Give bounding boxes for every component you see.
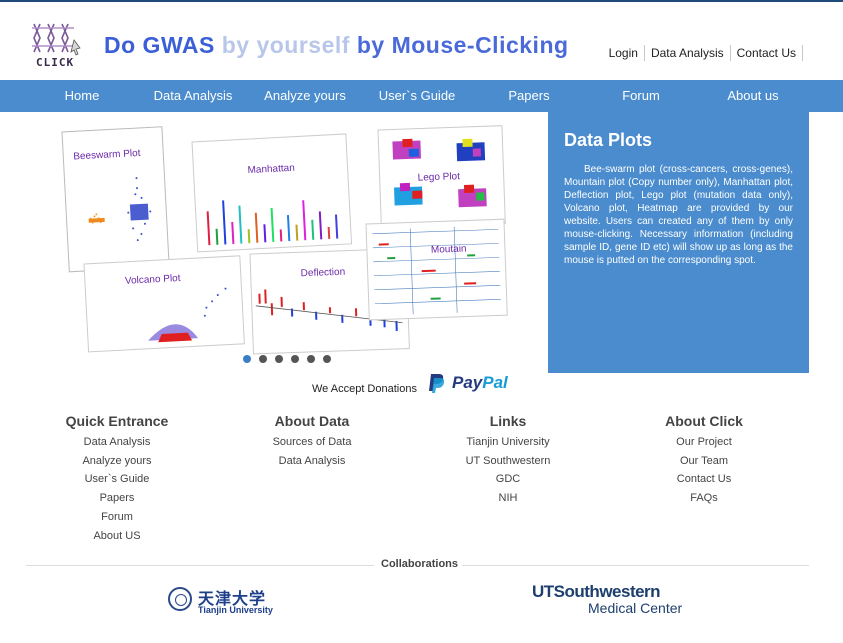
footer-link-faqs[interactable]: FAQs [644,489,764,508]
nav-home[interactable]: Home [58,80,106,112]
footer-link-our-project[interactable]: Our Project [644,433,764,452]
plots-collage-image[interactable]: Beeswarm Plot Manhattan Lego Plot Volcan… [26,112,548,373]
footer-link-our-team[interactable]: Our Team [644,452,764,471]
footer-link-analyze-yours[interactable]: Analyze yours [57,452,177,471]
slider-dot-6[interactable] [323,355,331,363]
utsw-name: UTSouthwestern [532,582,661,601]
nav-about-us[interactable]: About us [722,80,784,112]
footer-link-papers[interactable]: Papers [57,489,177,508]
panel-title: Data Plots [564,130,653,150]
volcano-card: Volcano Plot [83,255,245,353]
footer-link-data-analysis-2[interactable]: Data Analysis [252,452,372,471]
lego-label: Lego Plot [418,171,461,183]
beeswarm-card: Beeswarm Plot [61,126,170,273]
collab-divider-left [26,565,374,566]
footer-link-sources-of-data[interactable]: Sources of Data [252,433,372,452]
paypal-pal: Pal [482,373,508,392]
links-title: Links [489,413,527,429]
slider-dot-4[interactable] [291,355,299,363]
footer-link-about-us[interactable]: About US [57,527,177,546]
nav-papers[interactable]: Papers [504,80,554,112]
ut-southwestern-logo[interactable]: UTSouthwestern Medical Center [532,582,682,616]
slider-dot-1[interactable] [243,355,251,363]
footer-about-click: About Click Our Project Our Team Contact… [644,413,764,508]
nav-users-guide[interactable]: User`s Guide [376,80,458,112]
nav-data-analysis[interactable]: Data Analysis [150,80,236,112]
quick-entrance-title: Quick Entrance [65,413,169,429]
nav-analyze-yours[interactable]: Analyze yours [262,80,348,112]
site-header: CLICK Do GWAS by yourself by Mouse-Click… [0,2,843,80]
footer-about-data: About Data Sources of Data Data Analysis [252,413,372,470]
mountain-label: Moutain [431,244,467,256]
footer-link-contact-us[interactable]: Contact Us [644,470,764,489]
slider-dot-3[interactable] [275,355,283,363]
paypal-icon [428,373,446,393]
about-data-title: About Data [274,413,350,429]
paypal-button[interactable]: PayPal [428,373,508,393]
collab-divider-right [462,565,809,566]
footer-link-tianjin[interactable]: Tianjin University [448,433,568,452]
about-click-title: About Click [665,413,743,429]
title-part-3: by Mouse-Clicking [349,32,569,58]
footer-links: Links Tianjin University UT Southwestern… [448,413,568,508]
slider-dot-2[interactable] [259,355,267,363]
click-logo[interactable]: CLICK [30,18,86,70]
main-nav: Home Data Analysis Analyze yours User`s … [0,80,843,112]
footer-link-users-guide[interactable]: User`s Guide [57,470,177,489]
footer-link-nih[interactable]: NIH [448,489,568,508]
collaborations-label: Collaborations [381,558,459,570]
mountain-card: Moutain [365,218,508,321]
footer-link-gdc[interactable]: GDC [448,470,568,489]
donations-text: We Accept Donations [312,383,417,395]
tju-seal-icon [168,587,192,611]
manhattan-card: Manhattan [191,133,353,253]
info-panel: Data Plots Bee-swarm plot (cross-cancers… [548,112,809,373]
title-part-1: Do GWAS [104,32,215,58]
footer-quick-entrance: Quick Entrance Data Analysis Analyze you… [57,413,177,545]
slider-dots [243,355,339,363]
footer-link-data-analysis[interactable]: Data Analysis [57,433,177,452]
tju-english-name: Tianjin University [198,605,273,615]
footer-link-utsw[interactable]: UT Southwestern [448,452,568,471]
nav-forum[interactable]: Forum [617,80,665,112]
footer-link-forum[interactable]: Forum [57,508,177,527]
tianjin-university-logo[interactable]: 天津大学 Tianjin University [168,585,278,617]
deflection-label: Deflection [301,267,346,280]
dna-logo-icon [32,23,81,56]
title-part-2: by yourself [214,32,350,58]
panel-description: Bee-swarm plot (cross-cancers, cross-gen… [564,164,793,266]
slider-dot-5[interactable] [307,355,315,363]
login-link[interactable]: Login [609,45,645,61]
site-title: Do GWAS by yourself by Mouse-Clicking [104,32,569,59]
paypal-wordmark: PayPal [452,373,508,393]
logo-text: CLICK [36,56,75,69]
utsw-subtitle: Medical Center [588,600,683,616]
paypal-pay: Pay [452,373,483,392]
lego-card: Lego Plot [377,125,506,229]
contact-us-top-link[interactable]: Contact Us [731,45,803,61]
top-links: Login Data Analysis Contact Us [609,45,803,61]
data-analysis-top-link[interactable]: Data Analysis [645,45,731,61]
